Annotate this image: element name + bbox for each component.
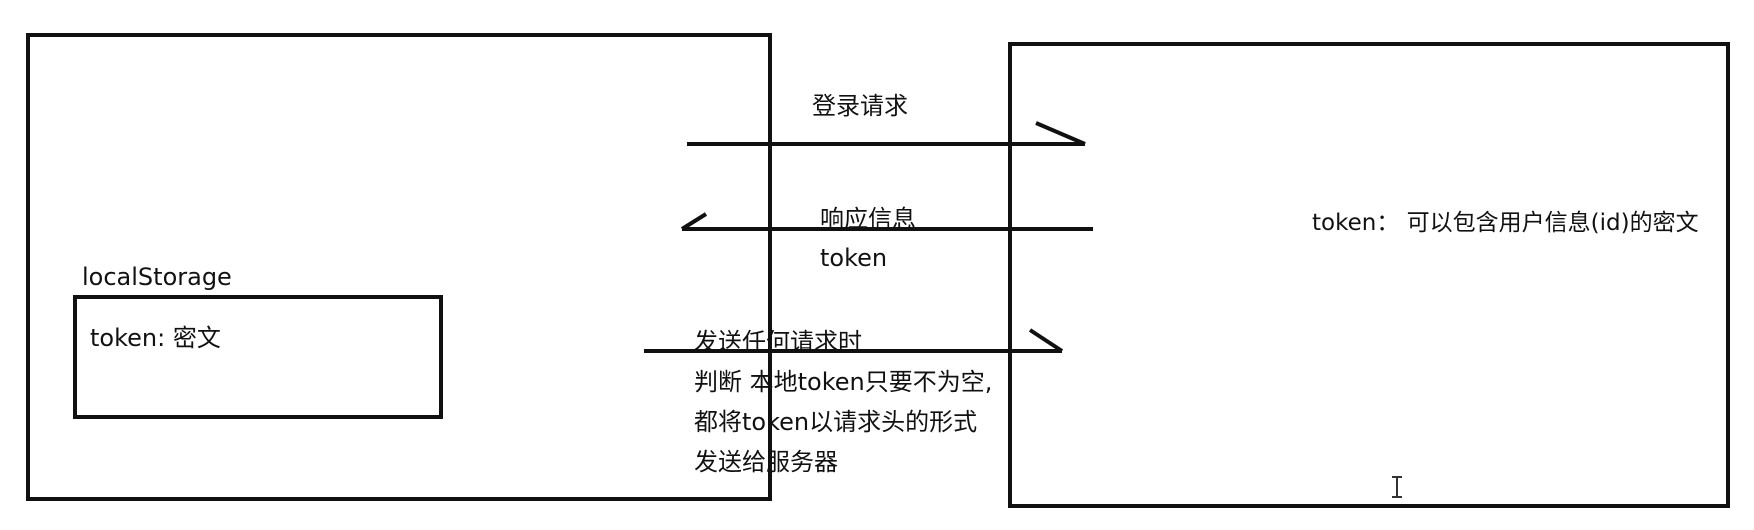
text-cursor-icon bbox=[1392, 476, 1402, 498]
any-request-notes: 发送任何请求时 判断 本地token只要不为空, 都将token以请求头的形式 … bbox=[694, 322, 992, 482]
login-request-arrow bbox=[687, 121, 1086, 146]
server-box bbox=[1008, 42, 1730, 508]
response-token-label: token bbox=[820, 244, 888, 272]
any-request-note-line: 都将token以请求头的形式 bbox=[694, 408, 978, 436]
any-request-note-line: 发送任何请求时 bbox=[694, 328, 862, 356]
local-storage-box bbox=[73, 295, 443, 419]
local-storage-token-text: token: 密文 bbox=[90, 324, 221, 352]
any-request-note-line: 判断 本地token只要不为空, bbox=[694, 368, 993, 396]
local-storage-label: localStorage bbox=[82, 263, 232, 291]
any-request-note-line: 发送给服务器 bbox=[694, 448, 838, 476]
response-label: 响应信息 bbox=[820, 205, 916, 233]
login-request-label: 登录请求 bbox=[812, 92, 908, 120]
server-token-description: token： 可以包含用户信息(id)的密文 bbox=[1312, 210, 1699, 236]
